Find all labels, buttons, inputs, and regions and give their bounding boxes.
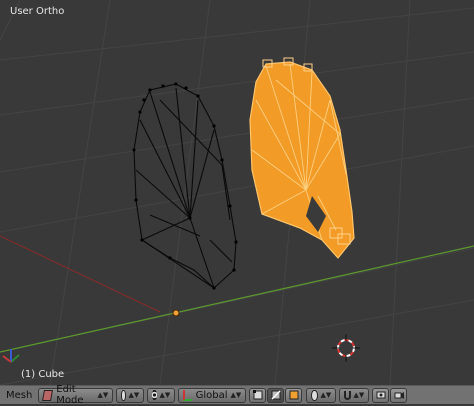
edge-select-icon [271,390,281,400]
unselected-mesh[interactable] [133,83,237,289]
vertex-select-button[interactable] [249,387,267,403]
vertex-select-icon [252,390,263,400]
chevron-down-icon: ▲▼ [97,391,109,399]
orientation-label: Global [195,389,228,401]
chevron-down-icon: ▲▼ [353,391,365,399]
opengl-render-button[interactable] [372,387,390,403]
object-origin-dot[interactable] [172,309,180,317]
snap-dropdown[interactable]: ▲▼ [339,387,370,403]
y-axis-line [0,245,474,353]
mode-dropdown[interactable]: Edit Mode ▲▼ [38,384,114,406]
edge-select-button[interactable] [267,387,285,403]
view-title: User Ortho [10,6,65,17]
chevron-down-icon: ▲▼ [230,391,242,399]
x-axis-line [0,235,161,313]
opengl-animation-button[interactable] [390,387,408,403]
active-object-label: (1) Cube [21,369,65,380]
edit-mode-icon [42,389,54,401]
proportional-edit-dropdown[interactable]: ▲▼ [306,387,337,403]
pivot-dropdown[interactable]: ▲▼ [147,387,176,403]
3d-cursor-icon[interactable] [332,334,360,362]
orientation-dropdown[interactable]: Global ▲▼ [178,387,247,403]
chevron-down-icon: ▲▼ [320,391,332,399]
camera-icon [394,392,404,399]
face-select-button[interactable] [285,387,303,403]
3d-viewport[interactable]: User Ortho (1) Cube [0,0,474,385]
mode-label: Edit Mode [56,384,84,406]
blender-window: User Ortho (1) Cube Mesh Edit Mode ▲▼ ▲▼… [0,0,474,406]
viewport-shading-dropdown[interactable]: ▲▼ [116,387,145,403]
grid-lines [0,0,474,385]
render-icon [376,391,386,399]
unselected-vertices [132,82,238,290]
mesh-menu[interactable]: Mesh [0,386,38,405]
selected-mesh[interactable] [249,57,355,259]
view-mode-icon [121,389,126,401]
manipulator-icon [183,389,192,401]
viewport-scene[interactable] [0,0,474,385]
snap-icon [344,390,351,400]
3d-view-header: Mesh Edit Mode ▲▼ ▲▼ ▲▼ Global ▲▼ ▲▼ ▲▼ [0,384,474,406]
pivot-icon [152,390,157,400]
proportional-icon [311,389,318,401]
chevron-down-icon: ▲▼ [128,391,140,399]
face-select-icon [289,390,299,400]
chevron-down-icon: ▲▼ [159,391,171,399]
